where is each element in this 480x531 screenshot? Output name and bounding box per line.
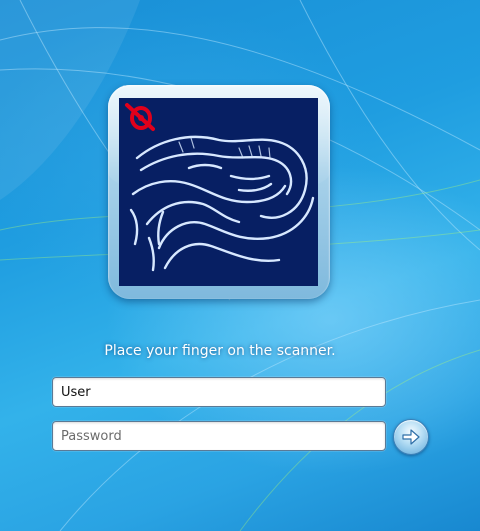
username-field[interactable]	[52, 377, 386, 407]
submit-login-button[interactable]	[393, 419, 429, 455]
logon-screen: Place your finger on the scanner.	[0, 0, 480, 531]
scanner-brand-badge-icon	[125, 103, 155, 131]
scanner-prompt-text: Place your finger on the scanner.	[104, 343, 336, 359]
arrow-right-icon	[402, 429, 420, 445]
password-field[interactable]	[52, 421, 386, 451]
